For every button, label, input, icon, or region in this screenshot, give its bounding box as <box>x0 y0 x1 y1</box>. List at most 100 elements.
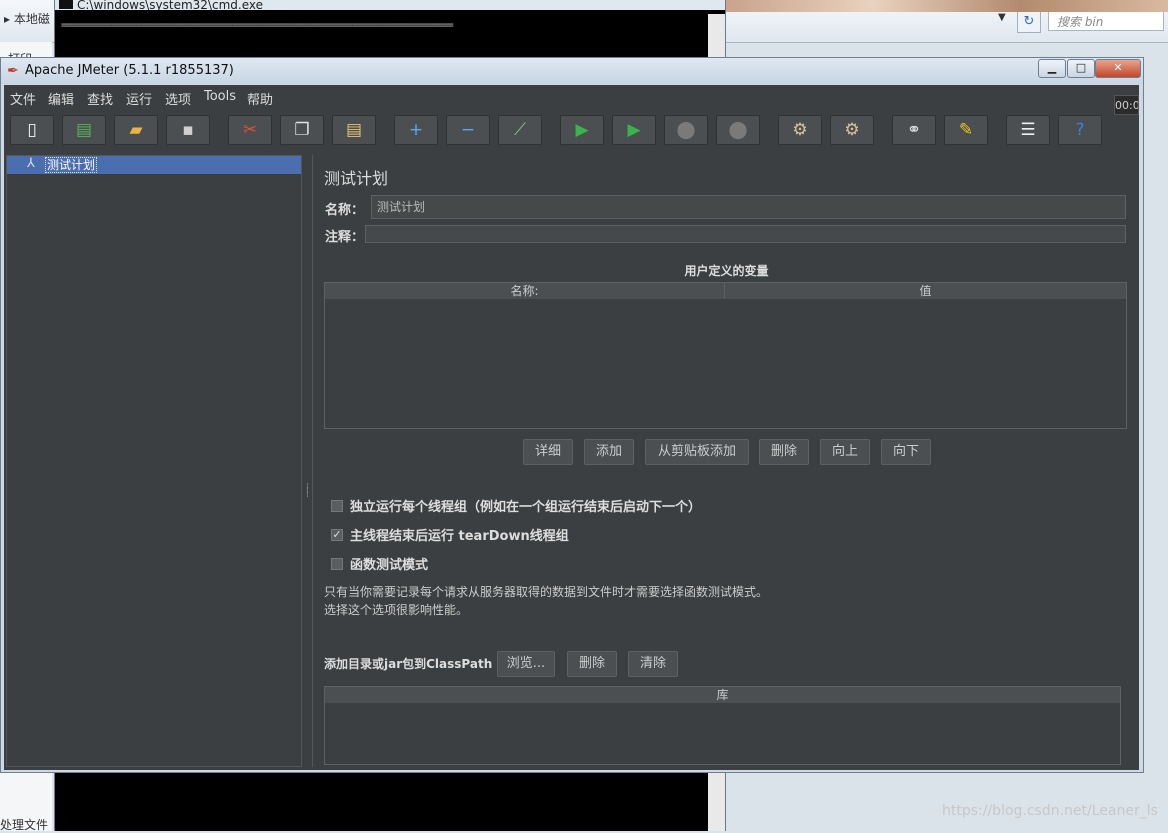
jmeter-titlebar[interactable]: ✒ Apache JMeter (5.1.1 r1855137) ▁ □ ✕ <box>1 58 1143 84</box>
functional-mode-note-2: 选择这个选项很影响性能。 <box>324 603 469 617</box>
test-plan-panel: 测试计划 名称： 测试计划 注释： 用户定义的变量 名称: 值 详细 添加 从剪… <box>312 155 1139 767</box>
classpath-delete-button[interactable]: 删除 <box>567 651 617 677</box>
clear-all-icon: ⚙ <box>844 120 860 140</box>
functional-mode-label: 函数测试模式 <box>350 558 429 573</box>
comment-label: 注释： <box>325 230 365 245</box>
name-field[interactable]: 测试计划 <box>371 195 1126 219</box>
panel-splitter[interactable]: ⁞ ⁞ ⁞ <box>306 483 309 500</box>
test-tree-panel: ⅄ 测试计划 <box>6 155 302 767</box>
close-button[interactable]: ✕ <box>1095 59 1141 78</box>
copy-button[interactable]: ❐ <box>280 115 324 145</box>
start-no-pause-button[interactable]: ▶ <box>612 115 656 145</box>
menu-search[interactable]: 查找 <box>87 89 113 108</box>
menu-options[interactable]: 选项 <box>165 89 191 108</box>
stop-icon: ⬤ <box>676 120 696 140</box>
new-button[interactable]: ▯ <box>10 115 54 145</box>
open-button[interactable]: ▰ <box>114 115 158 145</box>
shutdown-icon: ⬤ <box>728 120 748 140</box>
menu-run[interactable]: 运行 <box>126 89 152 108</box>
detail-button[interactable]: 详细 <box>523 439 573 465</box>
test-plan-icon: ⅄ <box>27 156 35 171</box>
teardown-on-shutdown-checkbox[interactable]: ✓ <box>331 529 343 541</box>
functional-mode-checkbox[interactable] <box>331 558 343 570</box>
clear-button[interactable]: ⚙ <box>778 115 822 145</box>
serialize-threadgroups-checkbox[interactable] <box>331 500 343 512</box>
cmd-title: C:\windows\system32\cmd.exe <box>77 0 263 10</box>
templates-icon: ▤ <box>75 120 93 140</box>
start-button[interactable]: ▶ <box>560 115 604 145</box>
menu-tools[interactable]: Tools <box>204 89 236 104</box>
move-up-button[interactable]: 向上 <box>820 439 870 465</box>
column-header-library[interactable]: 库 <box>325 687 1120 703</box>
classpath-clear-button[interactable]: 清除 <box>628 651 678 677</box>
shutdown-button[interactable]: ⬤ <box>716 115 760 145</box>
add-button[interactable]: 添加 <box>584 439 634 465</box>
save-icon: ▪ <box>182 120 194 140</box>
clear-all-button[interactable]: ⚙ <box>830 115 874 145</box>
teardown-on-shutdown-label: 主线程结束后运行 tearDown线程组 <box>350 529 569 544</box>
toolbar: ▯ ▤ ▰ ▪ ✂ ❐ ▤ + − ⟋ ▶ ▶ ⬤ ⬤ ⚙ ⚙ ⚭ ✎ ☰? <box>4 111 1139 151</box>
collapse-button[interactable]: − <box>446 115 490 145</box>
add-from-clipboard-button[interactable]: 从剪贴板添加 <box>645 439 749 465</box>
jmeter-window: ✒ Apache JMeter (5.1.1 r1855137) ▁ □ ✕ 文… <box>0 57 1144 773</box>
jmeter-feather-icon: ✒ <box>7 63 19 79</box>
explorer-search-input[interactable]: 搜索 bin <box>1048 11 1164 31</box>
elapsed-timer: 00:0 <box>1114 95 1139 115</box>
explorer-left-item-bottom[interactable]: 处理文件 <box>0 816 48 833</box>
serialize-threadgroups-label: 独立运行每个线程组（例如在一个组运行结束后启动下一个） <box>350 500 702 515</box>
browse-button[interactable]: 浏览... <box>497 651 555 677</box>
cmd-titlebar: C:\windows\system32\cmd.exe <box>55 0 725 10</box>
expand-icon: + <box>408 120 424 140</box>
cut-button[interactable]: ✂ <box>228 115 272 145</box>
search-button[interactable]: ⚭ <box>892 115 936 145</box>
column-header-value[interactable]: 值 <box>725 283 1126 299</box>
jmeter-client-area: 文件 编辑 查找 运行 选项 Tools 帮助 ▯ ▤ ▰ ▪ ✂ ❐ ▤ + − ⟋ ▶ ▶ ⬤ ⬤ ⚙ ⚙… <box>4 85 1139 770</box>
page-title: 测试计划 <box>324 169 389 188</box>
reset-search-icon: ✎ <box>958 120 974 140</box>
minimize-button[interactable]: ▁ <box>1038 59 1066 78</box>
tree-item-label: 测试计划 <box>45 157 98 173</box>
comment-field[interactable] <box>365 225 1126 243</box>
help-button[interactable]: ? <box>1058 115 1102 145</box>
save-button[interactable]: ▪ <box>166 115 210 145</box>
stop-button[interactable]: ⬤ <box>664 115 708 145</box>
clear-icon: ⚙ <box>792 120 808 140</box>
reset-search-button[interactable]: ✎ <box>944 115 988 145</box>
menu-bar: 文件 编辑 查找 运行 选项 Tools 帮助 <box>4 85 1139 109</box>
cut-icon: ✂ <box>242 120 258 140</box>
delete-button[interactable]: 删除 <box>759 439 809 465</box>
help-icon: ? <box>1075 120 1085 140</box>
tree-item-test-plan[interactable]: ⅄ 测试计划 <box>7 156 301 174</box>
start-icon: ▶ <box>575 120 589 140</box>
menu-file[interactable]: 文件 <box>10 89 36 108</box>
move-down-button[interactable]: 向下 <box>881 439 931 465</box>
paste-icon: ▤ <box>345 120 363 140</box>
name-label: 名称： <box>325 203 365 218</box>
chevron-down-icon[interactable]: ▼ <box>998 12 1012 30</box>
menu-help[interactable]: 帮助 <box>247 89 273 108</box>
refresh-icon[interactable]: ↻ <box>1017 11 1041 33</box>
menu-edit[interactable]: 编辑 <box>48 89 74 108</box>
user-vars-title: 用户定义的变量 <box>684 264 769 278</box>
column-header-name[interactable]: 名称: <box>325 283 725 299</box>
function-helper-button[interactable]: ☰ <box>1006 115 1050 145</box>
toggle-icon: ⟋ <box>514 120 526 140</box>
desktop-photo-strip <box>726 0 1168 12</box>
copy-icon: ❐ <box>294 120 310 140</box>
paste-button[interactable]: ▤ <box>332 115 376 145</box>
function-helper-icon: ☰ <box>1020 120 1036 140</box>
cmd-output-line: ========================================… <box>61 20 454 31</box>
toggle-button[interactable]: ⟋ <box>498 115 542 145</box>
search-icon: ⚭ <box>906 120 922 140</box>
classpath-label: 添加目录或jar包到ClassPath <box>324 657 493 671</box>
window-title: Apache JMeter (5.1.1 r1855137) <box>25 63 234 78</box>
explorer-breadcrumb[interactable]: ▸ 本地磁 <box>4 10 50 27</box>
watermark: https://blog.csdn.net/Leaner_ls <box>942 803 1158 819</box>
templates-button[interactable]: ▤ <box>62 115 106 145</box>
expand-button[interactable]: + <box>394 115 438 145</box>
collapse-icon: − <box>460 120 476 140</box>
cmd-icon <box>59 0 73 9</box>
open-icon: ▰ <box>129 120 143 140</box>
user-vars-table: 名称: 值 <box>324 282 1127 429</box>
maximize-button[interactable]: □ <box>1067 59 1095 78</box>
